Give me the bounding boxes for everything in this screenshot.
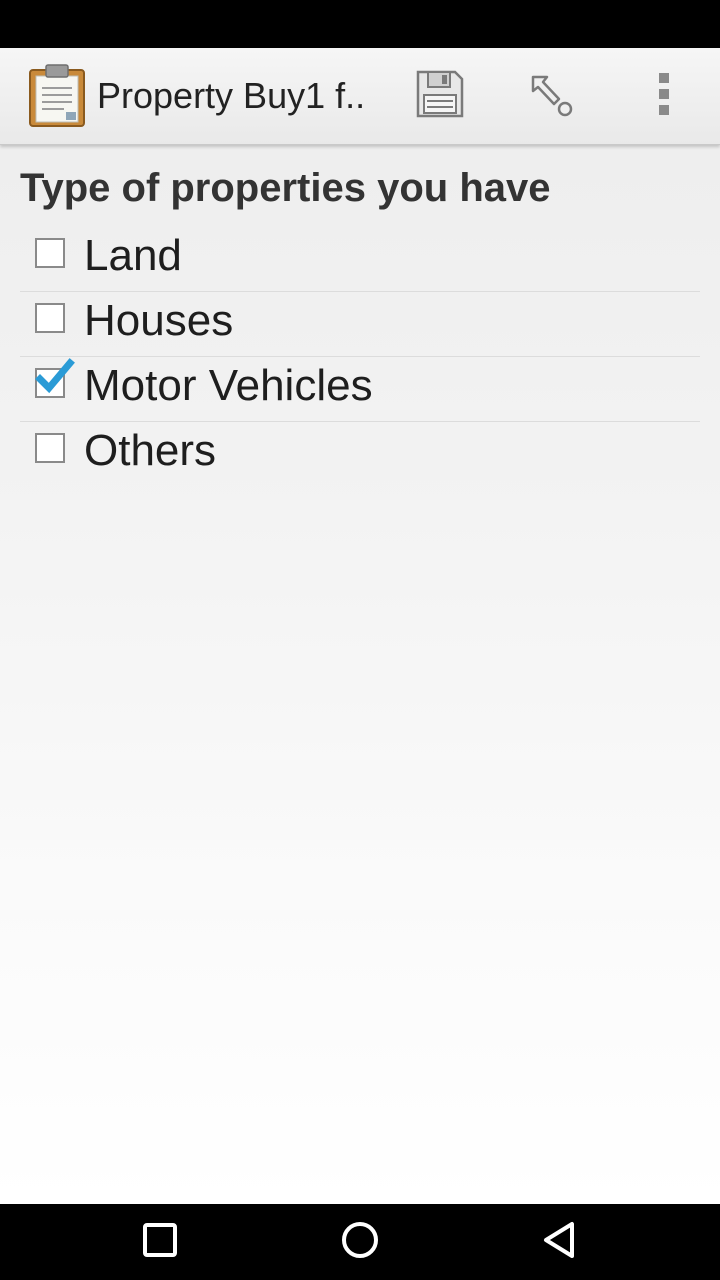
recent-apps-button[interactable] (120, 1216, 200, 1268)
option-others[interactable]: Others (20, 422, 700, 486)
option-label: Motor Vehicles (84, 361, 373, 410)
section-title: Type of properties you have (20, 166, 551, 210)
option-land[interactable]: Land (20, 227, 700, 292)
option-label: Houses (84, 296, 234, 345)
property-type-list: Land Houses Motor Vehicles Others (20, 227, 700, 486)
option-label: Others (84, 426, 217, 475)
form-content: Type of properties you have Land Houses … (0, 145, 720, 1204)
land-checkbox[interactable] (35, 238, 65, 268)
save-icon (415, 69, 465, 124)
action-bar: Property Buy1 f.. (0, 48, 720, 145)
back-icon (540, 1220, 580, 1265)
home-button[interactable] (320, 1216, 400, 1268)
recent-apps-icon (142, 1222, 178, 1263)
status-bar (0, 0, 720, 48)
overflow-menu-button[interactable] (634, 68, 694, 124)
overflow-menu-icon (654, 71, 674, 122)
houses-checkbox[interactable] (35, 303, 65, 333)
app-title: Property Buy1 f.. (97, 75, 366, 116)
option-label: Land (84, 231, 182, 280)
navigation-bar (0, 1204, 720, 1280)
option-motor-vehicles[interactable]: Motor Vehicles (20, 357, 700, 422)
others-checkbox[interactable] (35, 433, 65, 463)
home-icon (340, 1220, 380, 1265)
pointer-button[interactable] (522, 68, 582, 124)
checkmark-icon (35, 358, 75, 394)
back-button[interactable] (520, 1216, 600, 1268)
clipboard-app-icon[interactable] (28, 62, 86, 128)
save-button[interactable] (410, 68, 470, 124)
pointer-icon (527, 69, 577, 124)
option-houses[interactable]: Houses (20, 292, 700, 357)
